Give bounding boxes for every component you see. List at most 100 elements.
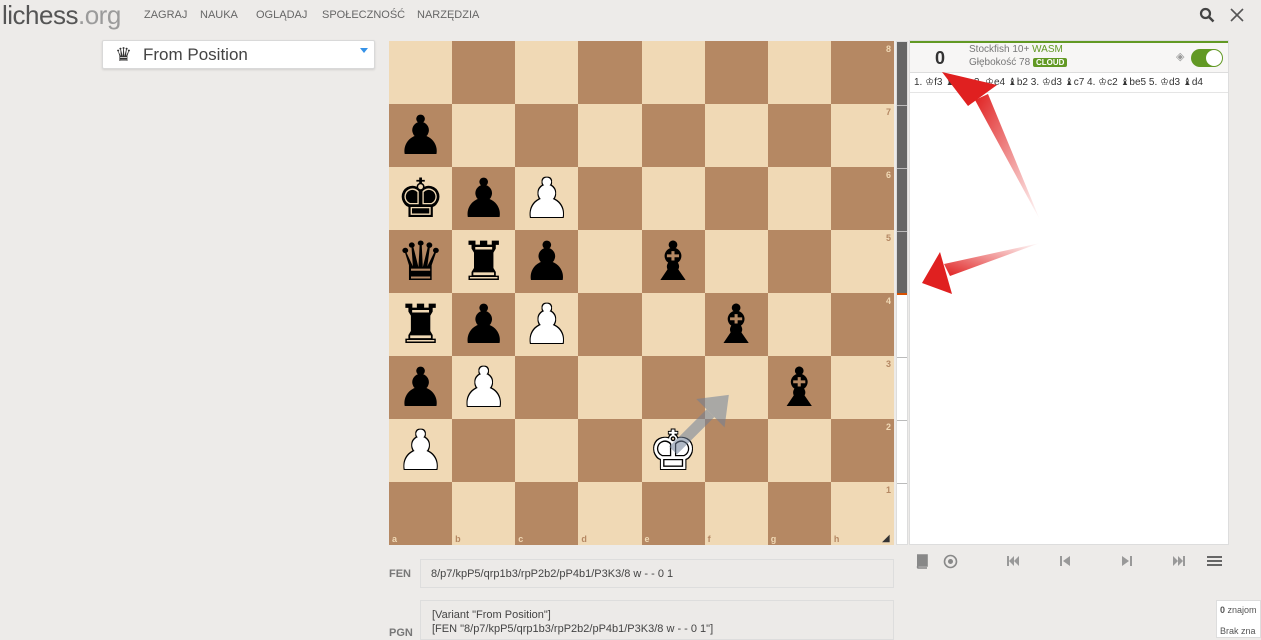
square-c6[interactable]: ♟ bbox=[515, 167, 579, 230]
engine-toggle[interactable] bbox=[1191, 49, 1223, 67]
square-h7[interactable]: 7 bbox=[830, 104, 894, 167]
variant-select[interactable]: ♛ From Position bbox=[102, 40, 375, 69]
square-e5[interactable]: ♝ bbox=[641, 230, 705, 293]
square-b6[interactable]: ♟ bbox=[452, 167, 516, 230]
prev-icon[interactable] bbox=[1058, 554, 1072, 572]
square-d5[interactable] bbox=[578, 230, 642, 293]
square-g5[interactable] bbox=[767, 230, 831, 293]
square-h5[interactable]: 5 bbox=[830, 230, 894, 293]
square-f2[interactable] bbox=[704, 419, 768, 482]
black-pawn-piece[interactable]: ♟ bbox=[459, 297, 507, 352]
square-c8[interactable] bbox=[515, 41, 579, 104]
nav-tools[interactable]: NARZĘDZIA bbox=[417, 9, 479, 21]
square-d7[interactable] bbox=[578, 104, 642, 167]
black-rook-piece[interactable]: ♜ bbox=[459, 234, 507, 289]
square-e3[interactable] bbox=[641, 356, 705, 419]
square-g1[interactable]: g bbox=[767, 482, 831, 545]
square-e8[interactable] bbox=[641, 41, 705, 104]
black-pawn-piece[interactable]: ♟ bbox=[459, 171, 507, 226]
square-b5[interactable]: ♜ bbox=[452, 230, 516, 293]
book-icon[interactable] bbox=[915, 554, 929, 573]
square-a2[interactable]: ♟ bbox=[389, 419, 453, 482]
menu-icon[interactable] bbox=[1207, 554, 1222, 572]
pgn-textarea[interactable]: [Variant "From Position"] [FEN "8/p7/kpP… bbox=[420, 600, 894, 640]
square-d3[interactable] bbox=[578, 356, 642, 419]
square-a6[interactable]: ♚ bbox=[389, 167, 453, 230]
square-a4[interactable]: ♜ bbox=[389, 293, 453, 356]
square-e7[interactable] bbox=[641, 104, 705, 167]
square-e2[interactable]: ♚ bbox=[641, 419, 705, 482]
square-c5[interactable]: ♟ bbox=[515, 230, 579, 293]
square-e4[interactable] bbox=[641, 293, 705, 356]
white-pawn-piece[interactable]: ♟ bbox=[523, 297, 571, 352]
close-icon[interactable] bbox=[1229, 7, 1247, 25]
black-king-piece[interactable]: ♚ bbox=[396, 171, 444, 226]
square-c1[interactable]: c bbox=[515, 482, 579, 545]
fen-input[interactable]: 8/p7/kpP5/qrp1b3/rpP2b2/pP4b1/P3K3/8 w -… bbox=[420, 559, 894, 588]
square-b7[interactable] bbox=[452, 104, 516, 167]
square-f6[interactable] bbox=[704, 167, 768, 230]
square-f1[interactable]: f bbox=[704, 482, 768, 545]
square-c4[interactable]: ♟ bbox=[515, 293, 579, 356]
square-a7[interactable]: ♟ bbox=[389, 104, 453, 167]
square-h3[interactable]: 3 bbox=[830, 356, 894, 419]
square-g2[interactable] bbox=[767, 419, 831, 482]
white-pawn-piece[interactable]: ♟ bbox=[523, 171, 571, 226]
opening-explorer[interactable]: 0 znajom Brak zna bbox=[1216, 600, 1261, 638]
square-d4[interactable] bbox=[578, 293, 642, 356]
last-icon[interactable] bbox=[1172, 554, 1186, 572]
square-c7[interactable] bbox=[515, 104, 579, 167]
square-h4[interactable]: 4 bbox=[830, 293, 894, 356]
next-icon[interactable] bbox=[1120, 554, 1134, 572]
black-queen-piece[interactable]: ♛ bbox=[396, 234, 444, 289]
white-king-piece[interactable]: ♚ bbox=[649, 423, 697, 478]
square-f8[interactable] bbox=[704, 41, 768, 104]
nav-play[interactable]: ZAGRAJ bbox=[144, 9, 187, 21]
square-f5[interactable] bbox=[704, 230, 768, 293]
square-h2[interactable]: 2 bbox=[830, 419, 894, 482]
square-c3[interactable] bbox=[515, 356, 579, 419]
square-d1[interactable]: d bbox=[578, 482, 642, 545]
square-b1[interactable]: b bbox=[452, 482, 516, 545]
black-bishop-piece[interactable]: ♝ bbox=[775, 360, 823, 415]
square-b2[interactable] bbox=[452, 419, 516, 482]
square-g8[interactable] bbox=[767, 41, 831, 104]
black-rook-piece[interactable]: ♜ bbox=[396, 297, 444, 352]
square-g6[interactable] bbox=[767, 167, 831, 230]
principal-variation[interactable]: 1. ♔f3 ♝d5+ 2. ♔e4 ♝b2 3. ♔d3 ♝c7 4. ♔c2… bbox=[910, 73, 1228, 93]
square-d8[interactable] bbox=[578, 41, 642, 104]
white-pawn-piece[interactable]: ♟ bbox=[459, 360, 507, 415]
square-g7[interactable] bbox=[767, 104, 831, 167]
square-a8[interactable] bbox=[389, 41, 453, 104]
nav-watch[interactable]: OGLĄDAJ bbox=[256, 9, 307, 21]
black-pawn-piece[interactable]: ♟ bbox=[396, 108, 444, 163]
target-icon[interactable]: ◈ bbox=[1176, 50, 1184, 63]
square-f3[interactable] bbox=[704, 356, 768, 419]
square-f7[interactable] bbox=[704, 104, 768, 167]
target-icon[interactable] bbox=[943, 554, 958, 573]
square-h6[interactable]: 6 bbox=[830, 167, 894, 230]
search-icon[interactable] bbox=[1199, 7, 1217, 25]
square-a1[interactable]: a bbox=[389, 482, 453, 545]
square-d2[interactable] bbox=[578, 419, 642, 482]
square-g4[interactable] bbox=[767, 293, 831, 356]
first-icon[interactable] bbox=[1006, 554, 1020, 572]
square-d6[interactable] bbox=[578, 167, 642, 230]
square-f4[interactable]: ♝ bbox=[704, 293, 768, 356]
square-b8[interactable] bbox=[452, 41, 516, 104]
square-b4[interactable]: ♟ bbox=[452, 293, 516, 356]
square-a3[interactable]: ♟ bbox=[389, 356, 453, 419]
chess-board[interactable]: 8 ♟ 7 ♚ ♟ ♟ 6 ♛ ♜ ♟ ♝ 5 ♜ ♟ ♟ ♝ 4 ♟ ♟ ♝ 3 ♟ ♚ 2 a b c d e f g 1 h bbox=[389, 41, 894, 545]
square-h8[interactable]: 8 bbox=[830, 41, 894, 104]
square-g3[interactable]: ♝ bbox=[767, 356, 831, 419]
white-pawn-piece[interactable]: ♟ bbox=[396, 423, 444, 478]
black-pawn-piece[interactable]: ♟ bbox=[523, 234, 571, 289]
nav-community[interactable]: SPOŁECZNOŚĆ bbox=[322, 9, 405, 21]
black-bishop-piece[interactable]: ♝ bbox=[712, 297, 760, 352]
square-e6[interactable] bbox=[641, 167, 705, 230]
board-resize-handle[interactable]: ◢ bbox=[882, 533, 1259, 637]
square-e1[interactable]: e bbox=[641, 482, 705, 545]
lichess-logo[interactable]: lichess.org bbox=[2, 0, 121, 31]
black-pawn-piece[interactable]: ♟ bbox=[396, 360, 444, 415]
square-a5[interactable]: ♛ bbox=[389, 230, 453, 293]
